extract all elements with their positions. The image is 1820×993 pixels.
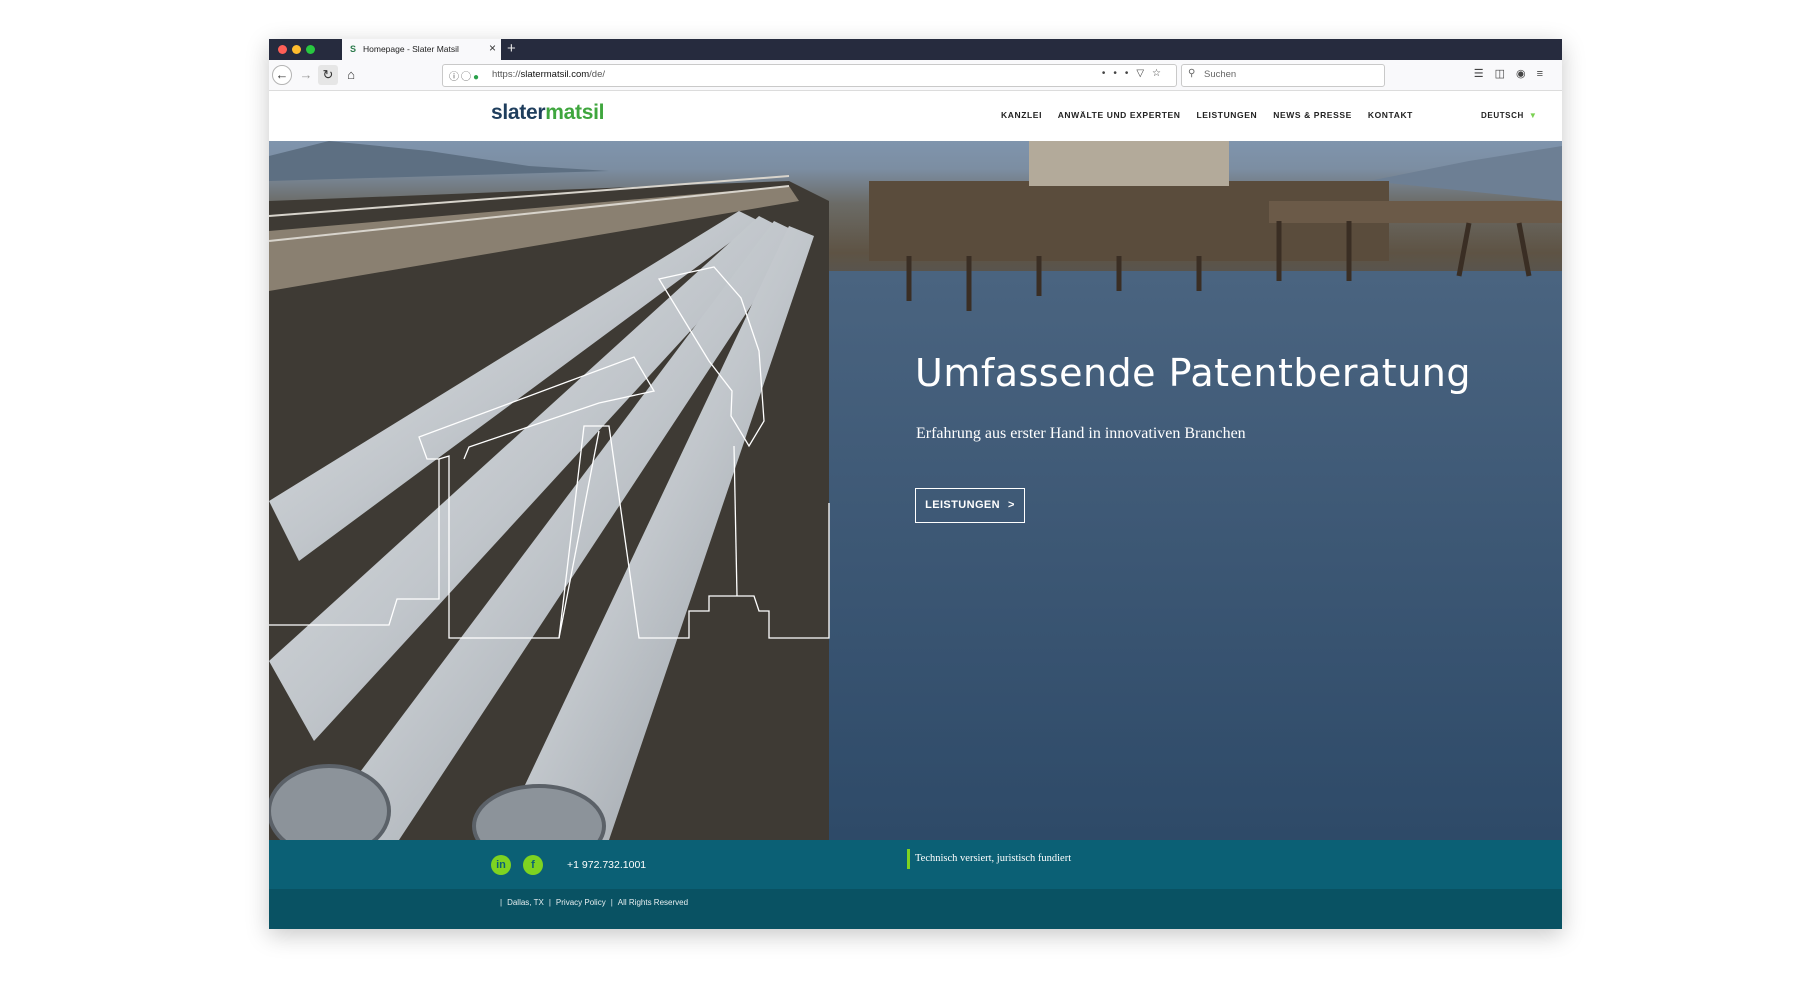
- nav-item-kontakt[interactable]: KONTAKT: [1368, 110, 1413, 120]
- hills-left: [269, 141, 609, 181]
- nav-item-leistungen[interactable]: LEISTUNGEN: [1196, 110, 1257, 120]
- tab-close-icon[interactable]: ×: [489, 42, 496, 54]
- hero-title: Umfassende Patentberatung: [915, 351, 1471, 395]
- close-window-button[interactable]: [278, 45, 287, 54]
- facebook-icon[interactable]: f: [523, 855, 543, 875]
- browser-tab[interactable]: S Homepage - Slater Matsil ×: [342, 39, 501, 60]
- browser-toolbar: ← → ↻ ⌂ ⓘ◯● https://slatermatsil.com/de/…: [269, 60, 1562, 91]
- maximize-window-button[interactable]: [306, 45, 315, 54]
- pier-arm: [1269, 201, 1562, 223]
- language-selector[interactable]: DEUTSCH ▼: [1481, 111, 1537, 120]
- forward-icon[interactable]: →: [296, 65, 316, 85]
- sidebar-icon[interactable]: ◫: [1495, 68, 1516, 80]
- search-placeholder: Suchen: [1204, 69, 1237, 80]
- site-header: slatermatsil KANZLEI ANWÄLTE UND EXPERTE…: [269, 91, 1562, 141]
- menu-icon[interactable]: ≡: [1537, 68, 1554, 80]
- browser-window: S Homepage - Slater Matsil × + ← → ↻ ⌂ ⓘ…: [269, 39, 1562, 929]
- new-tab-button[interactable]: +: [507, 40, 516, 58]
- footer-tagline: Technisch versiert, juristisch fundiert: [915, 853, 1072, 864]
- url-text[interactable]: https://slatermatsil.com/de/: [492, 69, 605, 80]
- chevron-right-icon: >: [1008, 499, 1015, 511]
- chevron-down-icon: ▼: [1528, 111, 1538, 120]
- tagline-accent-bar: [907, 849, 910, 869]
- home-icon[interactable]: ⌂: [341, 65, 361, 85]
- phone-link[interactable]: +1 972.732.1001: [567, 859, 646, 871]
- toolbar-right-icons: ☰◫◉≡: [1474, 67, 1554, 80]
- main-nav: KANZLEI ANWÄLTE UND EXPERTEN LEISTUNGEN …: [1001, 110, 1426, 120]
- pipe-flange-left: [269, 764, 391, 840]
- search-icon: ⚲: [1188, 68, 1196, 79]
- tab-title: Homepage - Slater Matsil: [363, 44, 459, 54]
- account-icon[interactable]: ◉: [1516, 68, 1537, 80]
- leistungen-button[interactable]: LEISTUNGEN >: [915, 488, 1025, 523]
- footer-bottom: | Dallas, TX | Privacy Policy | All Rights Re…: [269, 889, 1562, 929]
- hero-section: Umfassende Patentberatung Erfahrung aus …: [269, 141, 1562, 840]
- back-icon[interactable]: ←: [272, 65, 292, 85]
- favicon-icon: S: [350, 44, 357, 54]
- site-logo[interactable]: slatermatsil: [491, 101, 604, 125]
- footer-links: | Dallas, TX | Privacy Policy | All Rights Re…: [500, 898, 689, 907]
- hills-right: [1369, 146, 1562, 201]
- footer-rights-text: All Rights Reserved: [617, 898, 689, 907]
- footer-link-privacy[interactable]: Privacy Policy: [556, 898, 606, 907]
- site-info-icons[interactable]: ⓘ◯●: [449, 68, 481, 83]
- bookmark-star-icon[interactable]: ☆: [1152, 68, 1169, 79]
- library-icon[interactable]: ☰: [1474, 68, 1495, 80]
- reload-icon[interactable]: ↻: [318, 65, 338, 85]
- address-bar[interactable]: ⓘ◯● https://slatermatsil.com/de/ •••▽☆: [442, 64, 1177, 87]
- hero-subtitle: Erfahrung aus erster Hand in innovativen…: [916, 425, 1246, 442]
- tab-bar: S Homepage - Slater Matsil × +: [269, 39, 1562, 60]
- nav-item-anwaelte[interactable]: ANWÄLTE UND EXPERTEN: [1058, 110, 1181, 120]
- pier-building: [1029, 141, 1229, 186]
- nav-item-kanzlei[interactable]: KANZLEI: [1001, 110, 1042, 120]
- linkedin-icon[interactable]: in: [491, 855, 511, 875]
- search-input[interactable]: ⚲ Suchen: [1181, 64, 1385, 87]
- page-actions-icon[interactable]: •••: [1102, 68, 1137, 79]
- lock-icon: ●: [473, 72, 482, 83]
- nav-item-news[interactable]: NEWS & PRESSE: [1273, 110, 1352, 120]
- info-icon[interactable]: ⓘ: [449, 72, 461, 83]
- footer-link-location[interactable]: Dallas, TX: [507, 898, 544, 907]
- footer-top: in f +1 972.732.1001 Technisch versiert,…: [269, 840, 1562, 889]
- pocket-icon[interactable]: ▽: [1136, 68, 1152, 79]
- url-actions: •••▽☆: [1102, 68, 1169, 79]
- shield-icon[interactable]: ◯: [461, 72, 473, 83]
- minimize-window-button[interactable]: [292, 45, 301, 54]
